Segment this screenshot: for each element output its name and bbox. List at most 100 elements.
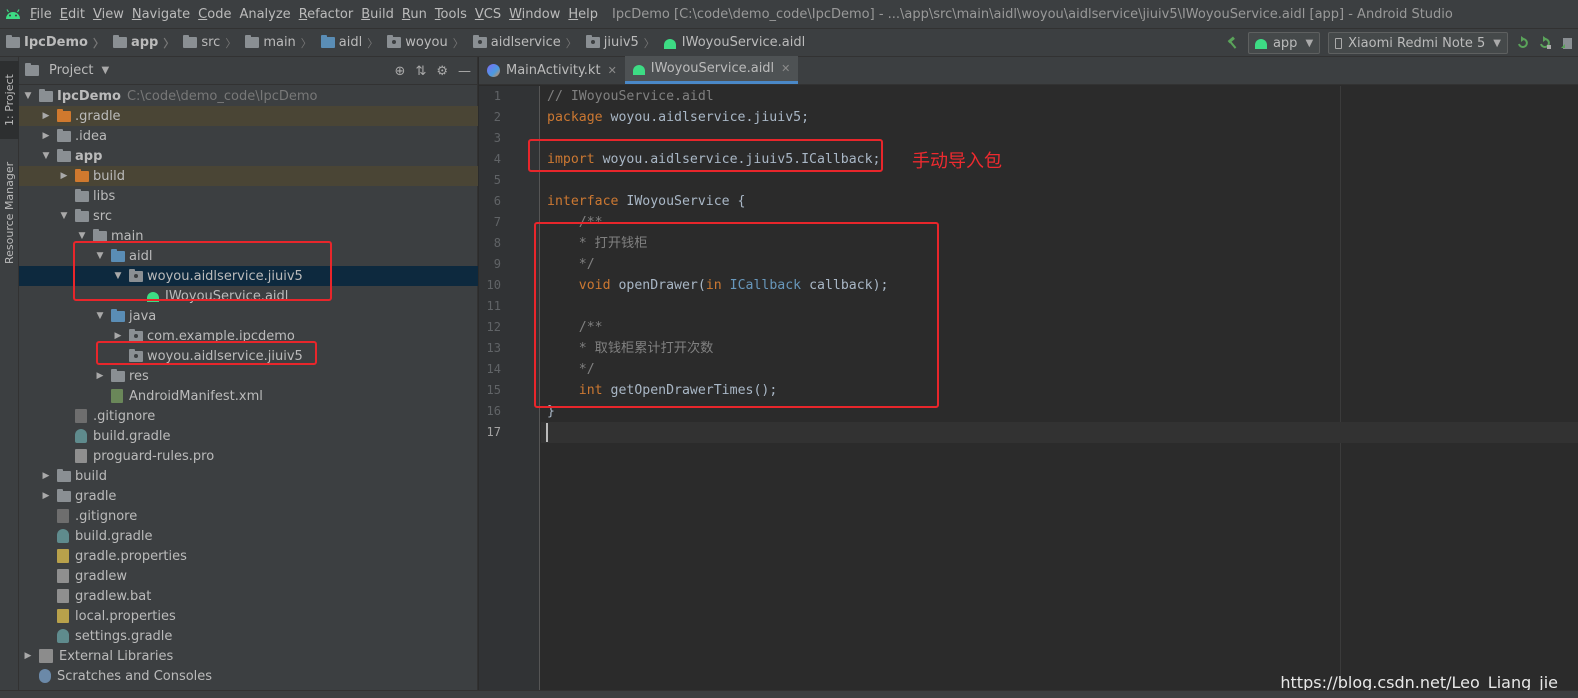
menu-edit[interactable]: Edit xyxy=(56,0,89,29)
package-icon xyxy=(387,35,402,48)
tree-item-build[interactable]: ▶ build xyxy=(19,466,478,486)
gradle-file-icon xyxy=(75,429,87,443)
tree-item-app-build[interactable]: ▶ build xyxy=(19,166,478,186)
tree-item-libs[interactable]: ▶libs xyxy=(19,186,478,206)
tree-item-scratches[interactable]: ▶Scratches and Consoles xyxy=(19,666,478,686)
menu-view[interactable]: View xyxy=(89,0,128,29)
menu-analyze[interactable]: Analyze xyxy=(235,0,294,29)
tree-item-gradle-dir[interactable]: ▶ .gradle xyxy=(19,106,478,126)
line-number: 9 xyxy=(493,257,501,271)
menu-build[interactable]: Build xyxy=(357,0,398,29)
breadcrumb-woyou[interactable]: woyou 〉 xyxy=(381,29,466,57)
folder-icon xyxy=(39,88,53,102)
tree-item-gitignore[interactable]: ▶.gitignore xyxy=(19,506,478,526)
line-number: 10 xyxy=(486,278,501,292)
navigation-bar: IpcDemo 〉 app 〉 src 〉 main 〉 aidl 〉 woyou 〉 ai… xyxy=(0,29,1578,57)
tree-item-app-build-gradle[interactable]: ▶build.gradle xyxy=(19,426,478,446)
hide-panel-icon[interactable]: — xyxy=(458,64,471,79)
code-line: package woyou.aidlservice.jiuiv5; xyxy=(547,110,810,125)
tree-item-app[interactable]: ▼ app xyxy=(19,146,478,166)
tree-item-gradle[interactable]: ▶ gradle xyxy=(19,486,478,506)
menu-tools[interactable]: Tools xyxy=(431,0,471,29)
run-config-select[interactable]: app ▼ xyxy=(1247,32,1321,54)
android-studio-logo-icon xyxy=(0,0,26,29)
build-hammer-icon[interactable] xyxy=(1222,32,1244,54)
folder-icon xyxy=(57,488,71,502)
menu-refactor[interactable]: Refactor xyxy=(295,0,358,29)
breadcrumb-jiuiv5[interactable]: jiuiv5 〉 xyxy=(580,29,658,57)
tree-item-app-gitignore[interactable]: ▶.gitignore xyxy=(19,406,478,426)
sync-icon[interactable] xyxy=(1556,32,1578,54)
text-file-icon xyxy=(75,449,87,463)
tree-item-gradle-properties[interactable]: ▶gradle.properties xyxy=(19,546,478,566)
tree-item-java[interactable]: ▼ java xyxy=(19,306,478,326)
project-tool-tab[interactable]: 1: Project xyxy=(0,61,19,139)
kotlin-file-icon xyxy=(487,63,500,77)
menu-window[interactable]: Window xyxy=(505,0,564,29)
tree-item-res[interactable]: ▶ res xyxy=(19,366,478,386)
current-code-line xyxy=(541,422,1578,443)
tree-item-build-gradle[interactable]: ▶build.gradle xyxy=(19,526,478,546)
tree-item-src[interactable]: ▼ src xyxy=(19,206,478,226)
folder-icon xyxy=(183,35,198,48)
tree-item-root[interactable]: ▼ IpcDemo C:\code\demo_code\IpcDemo xyxy=(19,86,478,106)
collapse-all-icon[interactable]: ⇅ xyxy=(415,64,426,79)
tab-iwoyou-service[interactable]: IWoyouService.aidl ✕ xyxy=(624,56,799,84)
tree-item-manifest[interactable]: ▶AndroidManifest.xml xyxy=(19,386,478,406)
package-icon xyxy=(585,35,600,48)
device-select[interactable]: Xiaomi Redmi Note 5 ▼ xyxy=(1328,32,1508,54)
annotation-box-aidl-package xyxy=(73,241,332,301)
chevron-down-icon[interactable]: ▼ xyxy=(101,65,109,76)
resources-folder-icon xyxy=(111,368,125,382)
breadcrumb-file[interactable]: IWoyouService.aidl xyxy=(658,29,808,57)
project-panel-header: Project ▼ ⊕ ⇅ ⚙ — xyxy=(19,57,477,85)
tree-item-proguard[interactable]: ▶proguard-rules.pro xyxy=(19,446,478,466)
breadcrumb-src[interactable]: src 〉 xyxy=(177,29,239,57)
menu-code[interactable]: Code xyxy=(194,0,235,29)
menu-file[interactable]: File xyxy=(26,0,56,29)
tree-item-local-properties[interactable]: ▶local.properties xyxy=(19,606,478,626)
breadcrumb-main[interactable]: main 〉 xyxy=(239,29,314,57)
close-icon[interactable]: ✕ xyxy=(781,62,790,75)
menu-navigate[interactable]: Navigate xyxy=(128,0,194,29)
breadcrumb-app[interactable]: app 〉 xyxy=(107,29,177,57)
breadcrumb-ipcdemo[interactable]: IpcDemo 〉 xyxy=(0,29,107,57)
scratches-icon xyxy=(39,669,51,683)
properties-file-icon xyxy=(57,549,69,563)
annotation-box-java-package xyxy=(96,341,317,365)
android-file-icon xyxy=(632,64,645,75)
text-file-icon xyxy=(57,589,69,603)
tree-item-gradlew-bat[interactable]: ▶gradlew.bat xyxy=(19,586,478,606)
gear-icon[interactable]: ⚙ xyxy=(436,64,448,79)
menu-vcs[interactable]: VCS xyxy=(471,0,505,29)
menu-help[interactable]: Help xyxy=(564,0,602,29)
folder-icon xyxy=(75,208,89,222)
editor-tab-bar: MainActivity.kt ✕ IWoyouService.aidl ✕ xyxy=(479,56,1578,85)
properties-file-icon xyxy=(57,609,69,623)
line-number: 7 xyxy=(493,215,501,229)
locate-file-icon[interactable]: ⊕ xyxy=(395,64,406,79)
project-view-select[interactable]: Project xyxy=(49,63,93,78)
android-icon xyxy=(1254,39,1267,49)
breadcrumb-aidl[interactable]: aidl 〉 xyxy=(315,29,381,57)
apply-code-changes-icon[interactable] xyxy=(1534,32,1556,54)
apply-changes-icon[interactable] xyxy=(1512,32,1534,54)
annotation-box-methods xyxy=(534,222,939,408)
window-title: IpcDemo [C:\code\demo_code\IpcDemo] - ..… xyxy=(612,6,1453,22)
package-icon xyxy=(472,35,487,48)
tree-item-settings-gradle[interactable]: ▶settings.gradle xyxy=(19,626,478,646)
tab-main-activity[interactable]: MainActivity.kt ✕ xyxy=(479,56,625,84)
bottom-tool-stripe xyxy=(0,690,1578,698)
line-number: 5 xyxy=(493,173,501,187)
menu-run[interactable]: Run xyxy=(398,0,431,29)
tree-item-gradlew[interactable]: ▶gradlew xyxy=(19,566,478,586)
folder-icon xyxy=(75,168,89,182)
line-number: 14 xyxy=(486,362,501,376)
tree-item-idea[interactable]: ▶ .idea xyxy=(19,126,478,146)
close-icon[interactable]: ✕ xyxy=(608,64,617,77)
breadcrumb-aidlservice[interactable]: aidlservice 〉 xyxy=(467,29,580,57)
line-number: 3 xyxy=(493,131,501,145)
folder-icon xyxy=(111,308,125,322)
resource-manager-tool-tab[interactable]: Resource Manager xyxy=(0,153,19,273)
tree-item-external-libraries[interactable]: ▶ External Libraries xyxy=(19,646,478,666)
